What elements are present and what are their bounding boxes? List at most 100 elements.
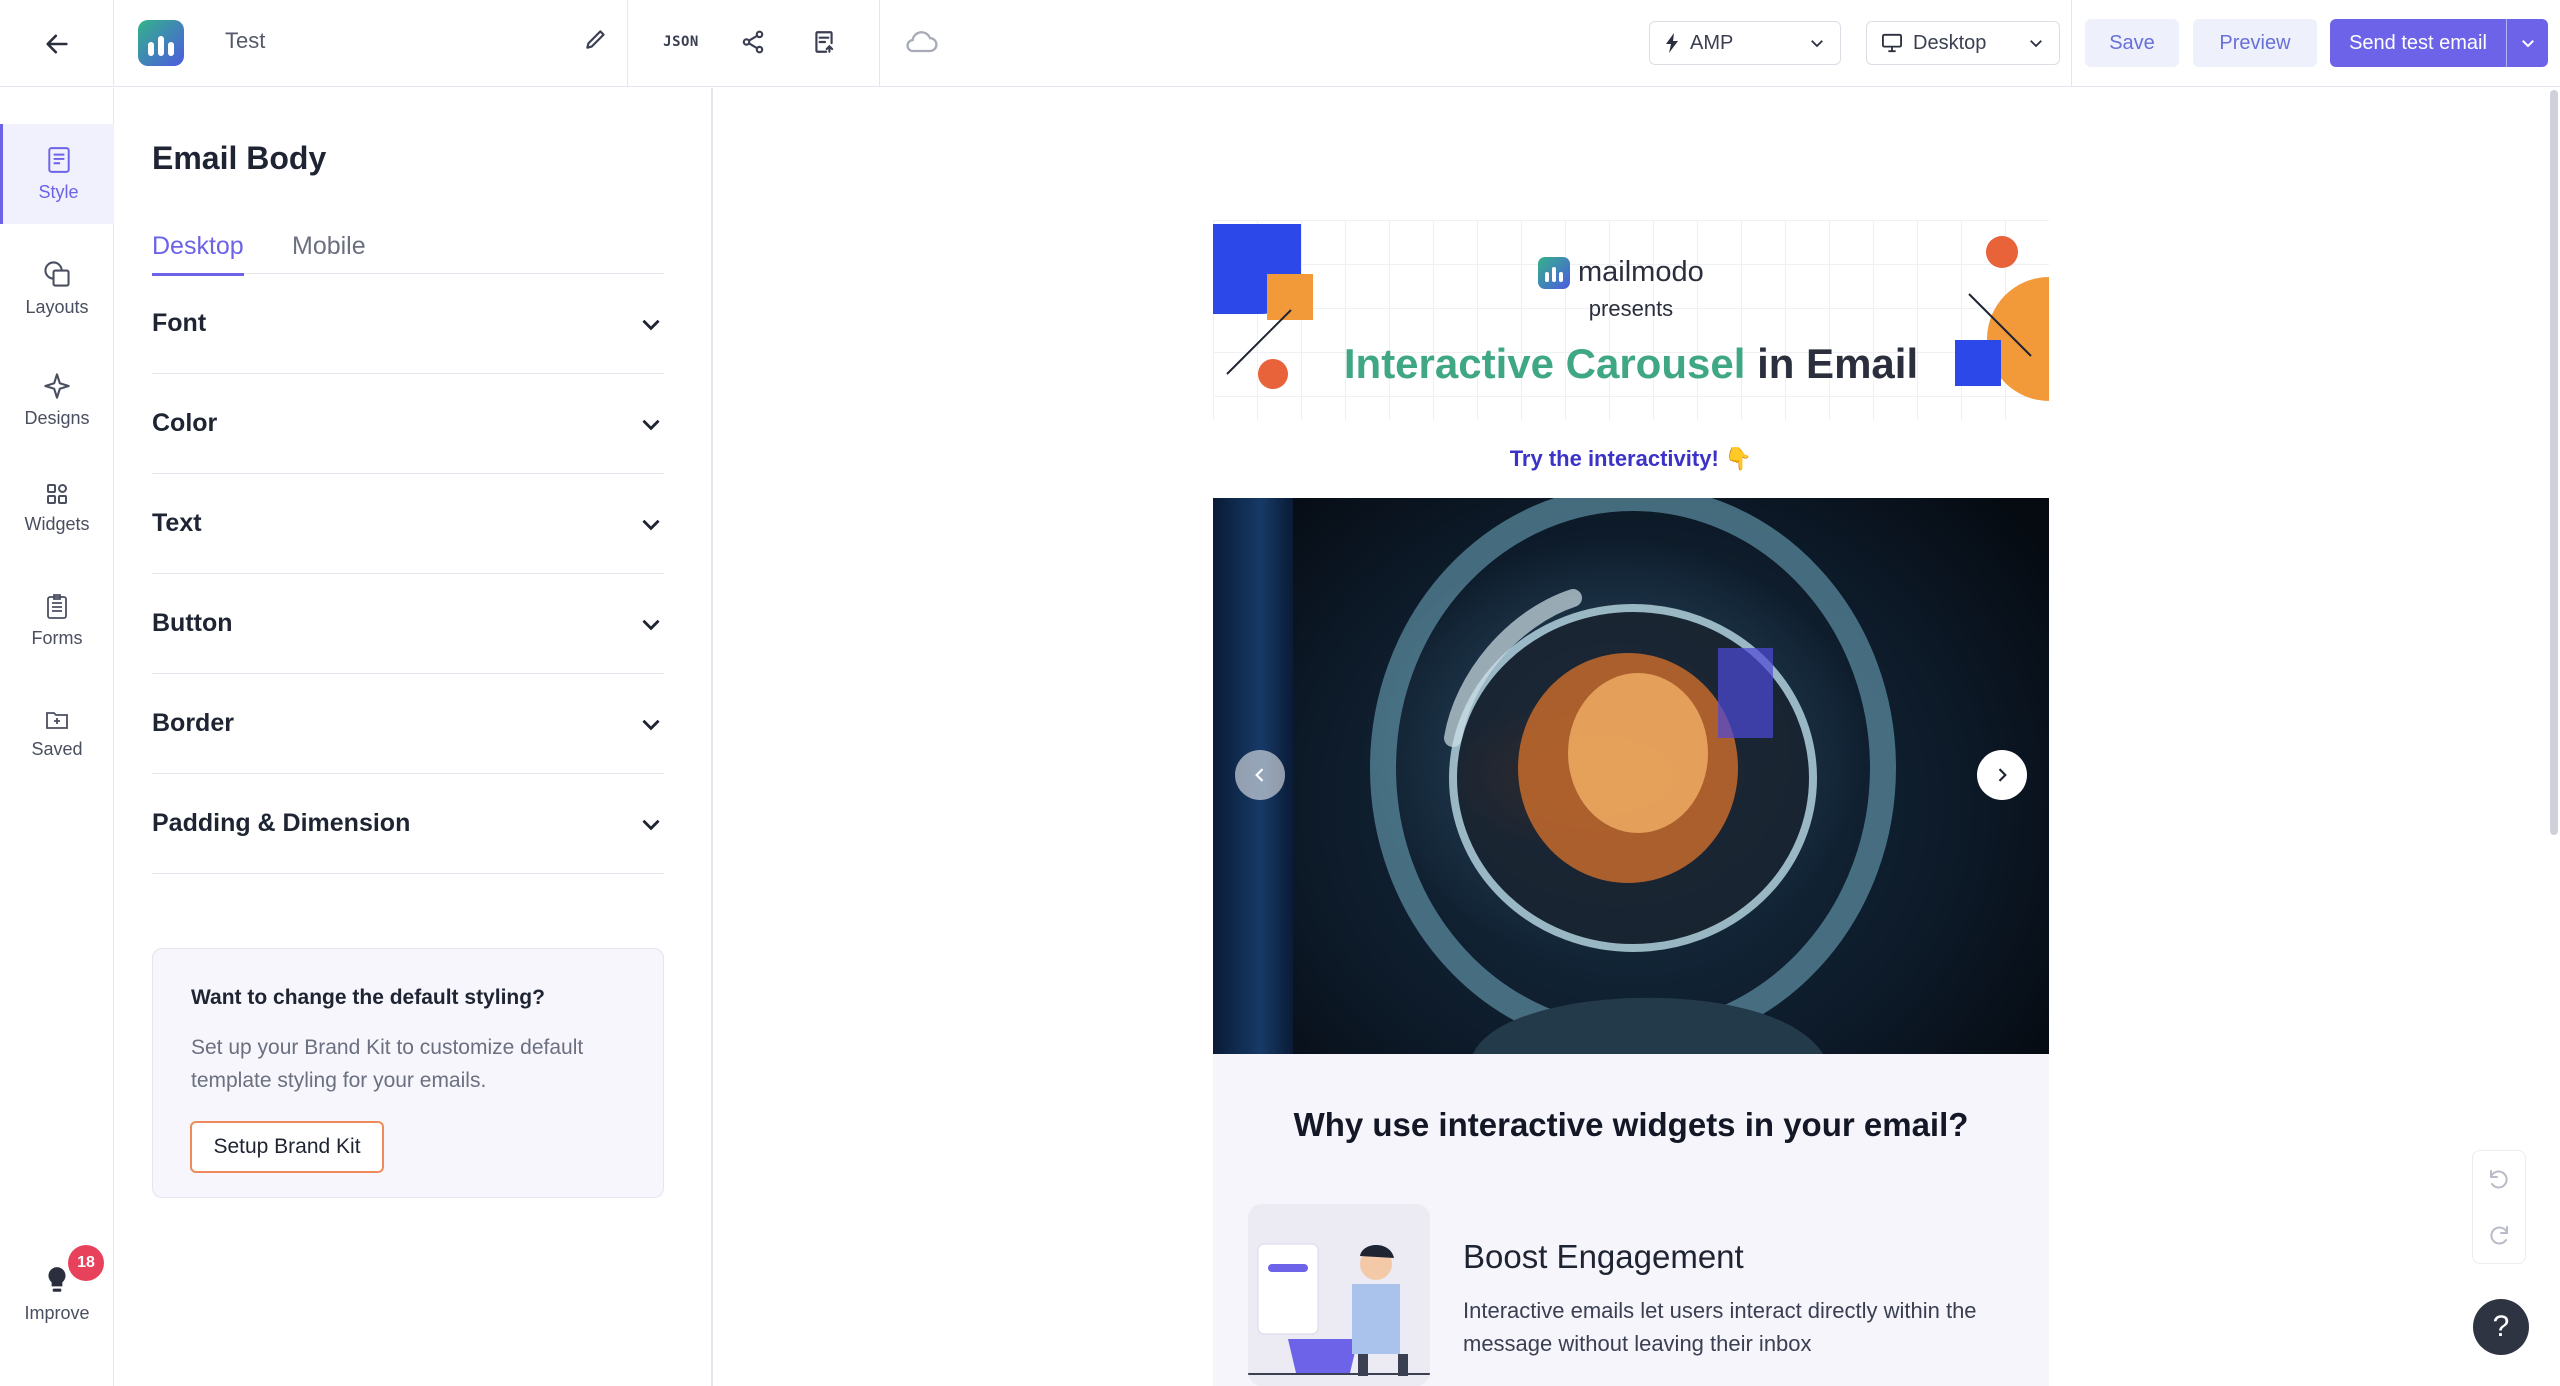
astronaut-helmet-illustration: [1370, 498, 1896, 1054]
notification-badge: 18: [68, 1245, 104, 1281]
json-icon: JSON: [663, 34, 699, 50]
panel-title: Email Body: [152, 140, 327, 176]
accordion-label: Button: [152, 609, 233, 637]
tab-mobile[interactable]: Mobile: [292, 232, 366, 273]
left-rail: Style Layouts Designs Widgets Forms Save…: [0, 88, 114, 1386]
chevron-right-icon: [1998, 768, 2007, 782]
chevron-down-icon: [642, 619, 660, 630]
brand-kit-card: Want to change the default styling? Set …: [152, 948, 664, 1198]
lightning-icon: [1666, 33, 1678, 53]
email-preview: mailmodo presents Interactive Carousel i…: [1213, 220, 2049, 1386]
chevron-down-icon: [2521, 40, 2534, 48]
rail-item-layouts[interactable]: Layouts: [0, 238, 114, 338]
accordion-button[interactable]: Button: [152, 574, 664, 674]
device-select-value: Desktop: [1913, 31, 1987, 54]
tab-desktop[interactable]: Desktop: [152, 232, 244, 276]
accordion-label: Border: [152, 709, 234, 737]
rail-item-label: Saved: [31, 738, 83, 759]
send-options-dropdown[interactable]: [2506, 19, 2548, 67]
feature-title: Boost Engagement: [1463, 1238, 1744, 1275]
share-icon: [742, 30, 764, 54]
send-test-email-button[interactable]: Send test email: [2330, 19, 2548, 67]
email-hero-header: mailmodo presents Interactive Carousel i…: [1213, 220, 2049, 420]
rail-item-saved[interactable]: Saved: [0, 684, 114, 784]
document-export-icon: [815, 31, 834, 53]
rail-item-label: Designs: [24, 407, 90, 428]
accordion-label: Font: [152, 309, 207, 337]
rail-item-style[interactable]: Style: [0, 124, 114, 224]
send-test-email-label: Send test email: [2349, 31, 2487, 54]
accordion-border[interactable]: Border: [152, 674, 664, 774]
brand-kit-question: Want to change the default styling?: [191, 986, 545, 1009]
preview-button[interactable]: Preview: [2193, 19, 2317, 67]
style-panel: Email Body Desktop Mobile Font Color Tex…: [115, 88, 713, 1386]
divider: [879, 0, 880, 87]
redo-icon[interactable]: [2487, 1223, 2511, 1247]
app-logo: [138, 20, 184, 66]
style-icon: [47, 146, 70, 173]
carousel-image: [1213, 498, 2049, 1054]
rail-item-widgets[interactable]: Widgets: [0, 458, 114, 558]
boost-engagement-illustration: [1248, 1204, 1430, 1386]
back-button[interactable]: [0, 0, 114, 87]
rail-item-designs[interactable]: Designs: [0, 350, 114, 450]
accordion-font[interactable]: Font: [152, 274, 664, 374]
accordion-padding-dimension[interactable]: Padding & Dimension: [152, 774, 664, 874]
canvas-scrollbar[interactable]: [2550, 90, 2558, 835]
cloud-icon: [906, 31, 938, 53]
saved-icon: [46, 711, 68, 729]
top-bar: Test JSON AMP Desktop Save Preview Send …: [0, 0, 2560, 87]
device-select[interactable]: Desktop: [1866, 21, 2060, 65]
rail-item-label: Style: [38, 181, 79, 202]
format-select-value: AMP: [1690, 31, 1734, 54]
presents-text: presents: [1588, 296, 1674, 321]
chevron-down-icon: [642, 819, 660, 830]
chevron-left-icon: [1255, 768, 1264, 782]
format-select[interactable]: AMP: [1649, 21, 1841, 65]
rail-item-label: Forms: [31, 627, 83, 648]
share-button[interactable]: [735, 24, 771, 60]
export-button[interactable]: [806, 24, 842, 60]
email-headline: Interactive Carousel in Email: [1213, 340, 2049, 388]
headline-highlight: Interactive Carousel: [1343, 340, 1746, 387]
setup-brand-kit-button[interactable]: Setup Brand Kit: [190, 1121, 384, 1173]
device-tabs: Desktop Mobile: [152, 232, 664, 276]
monitor-icon: [1882, 33, 1902, 53]
chevron-down-icon: [2030, 40, 2042, 48]
layouts-icon: [44, 260, 70, 287]
json-button[interactable]: JSON: [660, 24, 702, 60]
widgets-icon: [47, 483, 67, 504]
chevron-down-icon: [642, 419, 660, 430]
rail-item-label: Improve: [24, 1302, 90, 1323]
accordion-label: Color: [152, 409, 218, 437]
chevron-down-icon: [1811, 40, 1823, 48]
rail-item-forms[interactable]: Forms: [0, 571, 114, 671]
email-title: Test: [225, 28, 266, 53]
why-section: Why use interactive widgets in your emai…: [1213, 1054, 2049, 1386]
mailmodo-logo-icon: [1538, 256, 1570, 289]
help-button[interactable]: ?: [2473, 1299, 2529, 1355]
divider: [2071, 0, 2072, 87]
accordion-text[interactable]: Text: [152, 474, 664, 574]
why-title: Why use interactive widgets in your emai…: [1293, 1106, 1969, 1143]
accordion-color[interactable]: Color: [152, 374, 664, 474]
arrow-left-icon: [45, 34, 68, 53]
chevron-down-icon: [642, 519, 660, 530]
carousel-next-button[interactable]: [1977, 750, 2027, 800]
cloud-sync-status: [900, 24, 942, 60]
carousel-prev-button[interactable]: [1235, 750, 1285, 800]
accordion-label: Padding & Dimension: [152, 809, 411, 837]
feature-description: Interactive emails let users interact di…: [1463, 1298, 1977, 1356]
edit-title-button[interactable]: [583, 26, 609, 57]
accordion-label: Text: [152, 509, 202, 537]
undo-icon[interactable]: [2487, 1167, 2511, 1191]
brand-kit-description: Set up your Brand Kit to customize defau…: [191, 1036, 584, 1092]
save-button[interactable]: Save: [2085, 19, 2179, 67]
headline-rest: in Email: [1757, 340, 1919, 387]
rail-item-label: Layouts: [25, 296, 89, 317]
rail-item-label: Widgets: [24, 513, 90, 534]
chevron-down-icon: [642, 719, 660, 730]
forms-icon: [47, 593, 67, 619]
mailmodo-brand: mailmodo: [1538, 256, 1704, 289]
try-interactivity-text: Try the interactivity! 👇: [1509, 446, 1753, 471]
